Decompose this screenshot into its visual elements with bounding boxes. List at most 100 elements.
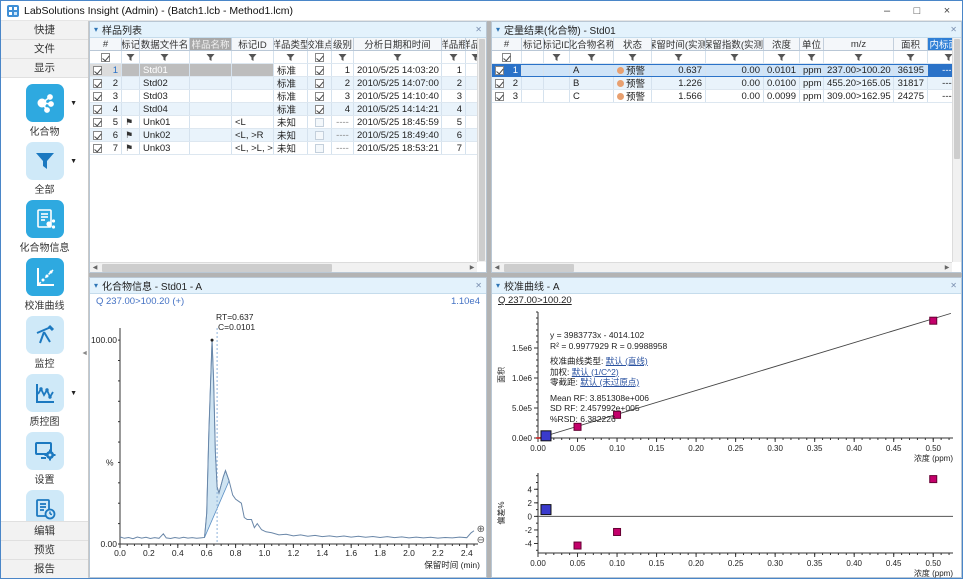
column-header[interactable]: 保留时间(实测) bbox=[652, 38, 706, 50]
column-header[interactable]: 级别 bbox=[332, 38, 354, 50]
cell-vial[interactable]: 2 bbox=[442, 77, 466, 89]
sidebar-item-report[interactable]: 报告 bbox=[1, 559, 88, 578]
cell-mark_id[interactable] bbox=[232, 77, 274, 89]
filter-cell[interactable] bbox=[764, 51, 800, 63]
cell-unit[interactable]: ppm bbox=[800, 90, 824, 102]
cell-tray[interactable]: 1 bbox=[466, 103, 477, 115]
cell-type[interactable]: 标准 bbox=[274, 103, 308, 115]
intercept-link[interactable]: 默认 (未过原点) bbox=[580, 377, 639, 387]
column-header[interactable]: 状态 bbox=[614, 38, 652, 50]
filter-cell[interactable] bbox=[122, 51, 140, 63]
cell-mark_id[interactable] bbox=[232, 90, 274, 102]
cell-mark[interactable]: ⚑ bbox=[122, 142, 140, 154]
cell-file[interactable]: Std01 bbox=[140, 64, 190, 76]
cell-name[interactable]: C bbox=[570, 90, 614, 102]
cell-tray[interactable]: 1 bbox=[466, 90, 477, 102]
cell-datetime[interactable]: 2010/5/25 18:49:40 bbox=[354, 129, 442, 141]
panel-close-icon[interactable]: ✕ bbox=[475, 281, 482, 290]
table-row[interactable]: 7⚑Unk03<L, >L, >R未知----2010/5/25 18:53:2… bbox=[90, 142, 477, 155]
cell-name[interactable] bbox=[190, 116, 232, 128]
filter-cell[interactable] bbox=[570, 51, 614, 63]
mrm-channel-link[interactable]: Q 237.00>100.20 bbox=[498, 295, 572, 306]
cell-tray[interactable]: 1 bbox=[466, 129, 477, 141]
minimize-button[interactable]: – bbox=[872, 1, 902, 20]
column-header[interactable]: 化合物名称 bbox=[570, 38, 614, 50]
filter-cell[interactable] bbox=[308, 51, 332, 63]
panel-collapse-icon[interactable]: ▾ bbox=[94, 281, 98, 290]
cell-vial[interactable]: 5 bbox=[442, 116, 466, 128]
sidebar-item-audit-trail[interactable]: 审查追踪 bbox=[1, 490, 88, 521]
cell-num[interactable]: 7 bbox=[90, 142, 122, 154]
checkbox[interactable] bbox=[315, 79, 324, 88]
column-header[interactable]: 单位 bbox=[800, 38, 824, 50]
cell-datetime[interactable]: 2010/5/25 14:03:20 bbox=[354, 64, 442, 76]
filter-cell[interactable] bbox=[442, 51, 466, 63]
cell-num[interactable]: 2 bbox=[492, 77, 522, 89]
scroll-left-icon[interactable]: ◀ bbox=[90, 264, 100, 271]
cell-name[interactable] bbox=[190, 142, 232, 154]
cell-level[interactable]: ---- bbox=[332, 129, 354, 141]
checkbox[interactable] bbox=[495, 66, 504, 75]
cell-tray[interactable]: 1 bbox=[466, 116, 477, 128]
sidebar-item-display[interactable]: 显示 bbox=[1, 59, 88, 78]
checkbox[interactable] bbox=[101, 53, 110, 62]
table-row[interactable]: 4Std04标准42010/5/25 14:14:2141 bbox=[90, 103, 477, 116]
cell-file[interactable]: Std02 bbox=[140, 77, 190, 89]
cell-level[interactable]: 2 bbox=[332, 77, 354, 89]
cell-status[interactable]: 预警 bbox=[614, 77, 652, 89]
chevron-down-icon[interactable]: ▼ bbox=[70, 158, 77, 165]
sidebar-item-monitor[interactable]: 监控 bbox=[1, 316, 88, 370]
residual-plot[interactable]: 0.000.050.100.150.200.250.300.350.400.45… bbox=[492, 467, 961, 582]
sidebar-item-edit[interactable]: 编辑 bbox=[1, 521, 88, 540]
vertical-scrollbar[interactable] bbox=[477, 38, 486, 262]
table-row[interactable]: 6⚑Unk02<L, >R未知----2010/5/25 18:49:4061 bbox=[90, 129, 477, 142]
chevron-down-icon[interactable]: ▼ bbox=[70, 100, 77, 107]
checkbox[interactable] bbox=[93, 105, 102, 114]
column-header[interactable]: 标记ID bbox=[232, 38, 274, 50]
cell-rt[interactable]: 1.226 bbox=[652, 77, 706, 89]
cell-mark_id[interactable] bbox=[544, 90, 570, 102]
filter-cell[interactable] bbox=[190, 51, 232, 63]
sidebar-item-preview[interactable]: 预览 bbox=[1, 540, 88, 559]
sidebar-item-file[interactable]: 文件 bbox=[1, 40, 88, 59]
cell-type[interactable]: 标准 bbox=[274, 77, 308, 89]
checkbox[interactable] bbox=[93, 79, 102, 88]
scroll-right-icon[interactable]: ▶ bbox=[942, 264, 952, 271]
filter-cell[interactable] bbox=[800, 51, 824, 63]
cell-num[interactable]: 3 bbox=[492, 90, 522, 102]
cell-level[interactable]: 3 bbox=[332, 90, 354, 102]
filter-cell[interactable] bbox=[492, 51, 522, 63]
column-header[interactable]: 分析日期和时间 bbox=[354, 38, 442, 50]
cell-type[interactable]: 标准 bbox=[274, 90, 308, 102]
cell-type[interactable]: 未知 bbox=[274, 142, 308, 154]
cell-is_area[interactable]: ---- bbox=[928, 77, 952, 89]
cell-mark[interactable] bbox=[122, 103, 140, 115]
cell-mark_id[interactable]: <L, >R bbox=[232, 129, 274, 141]
sidebar-item-settings[interactable]: 设置 bbox=[1, 432, 88, 486]
column-header[interactable]: 浓度 bbox=[764, 38, 800, 50]
cell-cal[interactable] bbox=[308, 103, 332, 115]
cell-cal[interactable] bbox=[308, 142, 332, 154]
cell-num[interactable]: 3 bbox=[90, 90, 122, 102]
zoom-out-icon[interactable]: ⊖ bbox=[477, 535, 485, 546]
cell-num[interactable]: 5 bbox=[90, 116, 122, 128]
cell-area[interactable]: 31817 bbox=[894, 77, 928, 89]
table-row[interactable]: 3Std03标准32010/5/25 14:10:4031 bbox=[90, 90, 477, 103]
sidebar-item-compound[interactable]: ▼ 化合物 bbox=[1, 84, 88, 138]
filter-cell[interactable] bbox=[466, 51, 477, 63]
cell-type[interactable]: 未知 bbox=[274, 116, 308, 128]
column-header[interactable]: 数据文件名 bbox=[140, 38, 190, 50]
cell-rt[interactable]: 0.637 bbox=[652, 64, 706, 76]
cell-datetime[interactable]: 2010/5/25 18:53:21 bbox=[354, 142, 442, 154]
table-row[interactable]: 1Std01标准12010/5/25 14:03:2011 bbox=[90, 64, 477, 77]
checkbox[interactable] bbox=[93, 118, 102, 127]
table-row[interactable]: 5⚑Unk01<L未知----2010/5/25 18:45:5951 bbox=[90, 116, 477, 129]
cell-cal[interactable] bbox=[308, 116, 332, 128]
cell-datetime[interactable]: 2010/5/25 18:45:59 bbox=[354, 116, 442, 128]
table-row[interactable]: 1A预警0.6370.000.0101ppm237.00>100.2036195… bbox=[492, 64, 952, 77]
cell-vial[interactable]: 3 bbox=[442, 90, 466, 102]
filter-cell[interactable] bbox=[354, 51, 442, 63]
checkbox[interactable] bbox=[315, 66, 324, 75]
cell-is_area[interactable]: ---- bbox=[928, 90, 952, 102]
panel-collapse-icon[interactable]: ▾ bbox=[496, 281, 500, 290]
